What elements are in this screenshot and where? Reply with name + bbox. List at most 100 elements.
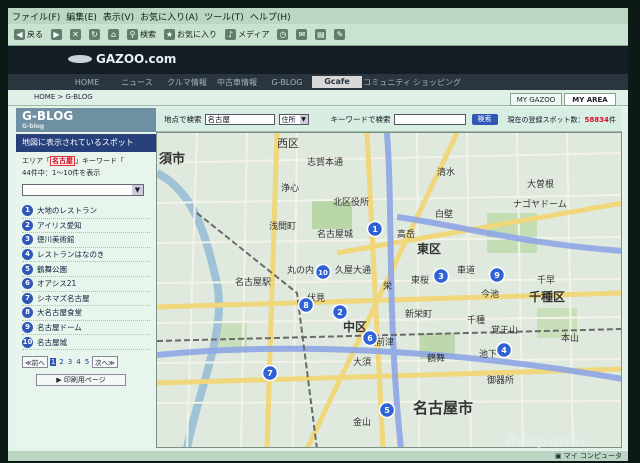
g-blog-subtitle: G-blog [22,123,45,130]
keyword-input[interactable] [393,114,466,125]
favorites-button[interactable]: ★ お気に入り [162,29,219,40]
map-marker-10[interactable]: 10 [314,263,332,281]
logo-text: GAZOO.com [96,52,177,66]
spot-list-item[interactable]: 2 アイリス愛知 [22,219,150,234]
nav-car-info[interactable]: クルマ情報 [162,77,212,88]
spot-list-item[interactable]: 8 大名古屋食堂 [22,306,150,321]
search-type-value: 住所 [281,116,296,124]
menu-favorites[interactable]: お気に入り(A) [140,10,198,23]
category-select[interactable]: ▼ [22,184,144,196]
tab-my-area[interactable]: MY AREA [564,93,616,106]
map-marker-number: 9 [494,271,500,280]
keyword-prefix: 」キーワード「 [75,157,124,165]
label-sakae: 栄 [383,280,392,292]
mail-button[interactable]: ✉ [294,29,309,40]
label-marunouchi: 丸の内 [287,264,314,276]
print-page-button[interactable]: ▶ 印刷用ページ [36,373,126,386]
spot-list-item[interactable]: 3 徳川美術館 [22,233,150,248]
gazoo-logo[interactable]: GAZOO.com [68,52,176,66]
page-1[interactable]: 1 [49,357,57,366]
page-2[interactable]: 2 [58,358,64,366]
home-icon: ⌂ [108,29,119,40]
nav-home[interactable]: HOME [62,78,112,87]
label-ozone: 大曽根 [527,178,554,190]
media-button[interactable]: ♪ メディア [223,29,271,40]
stop-button[interactable]: ✕ [68,29,83,40]
menu-tools[interactable]: ツール(T) [204,10,244,23]
next-page-button[interactable]: 次へ≫ [92,355,118,368]
spot-name-link[interactable]: アイリス愛知 [37,220,82,231]
mail-icon: ✉ [296,29,308,40]
spot-name-link[interactable]: 名古屋城 [37,337,67,348]
nav-news[interactable]: ニュース [112,77,162,88]
spot-number-badge: 3 [22,234,33,246]
spot-list-item[interactable]: 9 名古屋ドーム [22,321,150,336]
spot-name-link[interactable]: オアシス21 [37,278,76,289]
map-search-button[interactable]: 検索 [471,114,498,125]
map-view[interactable]: 西区 東区 中区 千種区 名古屋市 須市 北区役所 栄 今池 大須 金山 名古屋… [156,132,622,448]
place-input[interactable]: 名古屋 [204,114,275,125]
nav-used-car[interactable]: 中古車情報 [212,77,262,88]
menu-file[interactable]: ファイル(F) [12,10,60,23]
label-takaoka: 高岳 [397,228,415,240]
spot-number-badge: 7 [22,292,33,304]
nav-community[interactable]: コミュニティ [362,77,412,88]
map-marker-8[interactable]: 8 [297,296,315,314]
spot-name-link[interactable]: 大名古屋食堂 [37,307,82,318]
map-marker-number: 3 [438,272,444,281]
spot-list-item[interactable]: 7 シネマズ名古屋 [22,292,150,307]
menu-view[interactable]: 表示(V) [103,10,134,23]
nav-gcafe[interactable]: Gcafe [312,76,362,88]
label-joshin: 浄心 [281,182,299,194]
map-marker-4[interactable]: 4 [495,341,513,359]
page-3[interactable]: 3 [67,358,73,366]
map-marker-number: 4 [501,346,507,355]
home-button[interactable]: ⌂ [106,29,121,40]
map-marker-number: 7 [267,369,273,378]
menu-edit[interactable]: 編集(E) [66,10,97,23]
spot-name-link[interactable]: 大地のレストラン [37,205,97,216]
prev-page-button[interactable]: ≪前へ [22,355,48,368]
print-button[interactable]: ▤ [313,29,328,40]
map-marker-3[interactable]: 3 [432,267,450,285]
spot-name-link[interactable]: レストランはなのき [37,249,104,260]
forward-button[interactable]: ▶ [49,29,64,40]
label-higashi-ku: 東区 [417,241,441,256]
map-marker-7[interactable]: 7 [261,364,279,382]
edit-button[interactable]: ✎ [332,29,347,40]
spot-list: 1 大地のレストラン 2 アイリス愛知 3 徳川美術館 4 レストランはなのき 5 鶴舞公園 6 オア… [16,200,156,350]
back-button[interactable]: ◀ 戻る [12,29,45,40]
map-marker-5[interactable]: 5 [378,401,396,419]
map-marker-2[interactable]: 2 [331,303,349,321]
spot-list-item[interactable]: 5 鶴舞公園 [22,262,150,277]
spot-name-link[interactable]: シネマズ名古屋 [37,293,90,304]
page-5[interactable]: 5 [84,358,90,366]
spot-name-link[interactable]: 鶴舞公園 [37,264,67,275]
label-nagoya-dome: ナゴヤドーム [513,198,567,210]
map-canvas[interactable]: 西区 東区 中区 千種区 名古屋市 須市 北区役所 栄 今池 大須 金山 名古屋… [157,133,622,448]
map-marker-1[interactable]: 1 [366,220,384,238]
label-shimizu: 清水 [437,166,455,178]
search-button[interactable]: ⚲ 検索 [125,29,158,40]
spot-list-item[interactable]: 4 レストランはなのき [22,248,150,263]
search-type-select[interactable]: 住所 ▼ [278,114,309,125]
map-marker-9[interactable]: 9 [488,266,506,284]
area-value: 名古屋 [50,156,75,166]
map-marker-6[interactable]: 6 [361,329,379,347]
page-4[interactable]: 4 [75,358,81,366]
spot-name-link[interactable]: 名古屋ドーム [37,322,82,333]
nav-shopping[interactable]: ショッピング [412,77,462,88]
spot-name-link[interactable]: 徳川美術館 [37,234,75,245]
spot-list-item[interactable]: 1 大地のレストラン [22,204,150,219]
spot-list-item[interactable]: 6 オアシス21 [22,277,150,292]
history-button[interactable]: ◷ [275,29,290,40]
tab-my-gazoo[interactable]: MY GAZOO [510,93,562,106]
menu-help[interactable]: ヘルプ(H) [250,10,291,23]
reg-count-unit: 件 [608,115,616,124]
spot-list-item[interactable]: 10 名古屋城 [22,335,150,350]
nav-g-blog[interactable]: G-BLOG [262,78,312,87]
refresh-button[interactable]: ↻ [87,29,102,40]
label-shirakabe: 白壁 [435,208,453,220]
search-label: 検索 [140,30,156,39]
label-naka-ku: 中区 [343,319,367,334]
